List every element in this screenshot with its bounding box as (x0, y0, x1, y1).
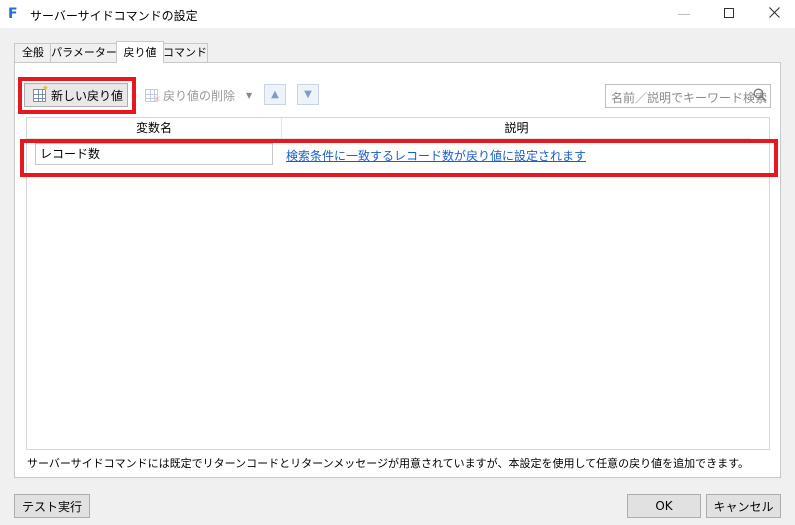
ok-button[interactable]: OK (627, 494, 701, 518)
maximize-icon (724, 7, 734, 22)
delete-grid-icon: ✕ (145, 88, 161, 104)
close-button[interactable] (752, 0, 795, 28)
minimize-button[interactable]: — (662, 0, 706, 28)
tab-general[interactable]: 全般 (14, 43, 52, 62)
minimize-icon: — (677, 6, 691, 22)
add-grid-icon: ✦ (33, 84, 49, 102)
dropdown-caret-icon[interactable]: ▼ (246, 91, 252, 100)
delete-return-value-button[interactable]: ✕ 戻り値の削除 ▼ (141, 85, 258, 105)
tab-commands[interactable]: コマンド (162, 43, 208, 62)
column-header-description[interactable]: 説明 (282, 118, 751, 139)
tab-parameters[interactable]: パラメーター (50, 43, 118, 62)
variable-name-field[interactable]: レコード数 (35, 143, 273, 165)
move-up-button[interactable]: ▲ (264, 84, 286, 105)
description-link[interactable]: 検索条件に一致するレコード数が戻り値に設定されます (286, 147, 586, 164)
title-bar: F サーバーサイドコマンドの設定 — (0, 0, 795, 28)
delete-return-value-label: 戻り値の削除 (163, 88, 236, 103)
new-return-value-label: 新しい戻り値 (51, 88, 124, 103)
keyword-search-input[interactable]: 名前／説明でキーワード検索 (605, 84, 771, 108)
test-run-button[interactable]: テスト実行 (14, 494, 90, 518)
move-down-button[interactable]: ▼ (297, 84, 319, 105)
search-placeholder: 名前／説明でキーワード検索 (611, 91, 768, 105)
triangle-up-icon: ▲ (271, 89, 279, 100)
cancel-button[interactable]: キャンセル (706, 494, 781, 518)
column-header-variable-name[interactable]: 変数名 (27, 118, 282, 139)
app-logo-icon: F (8, 6, 18, 22)
close-icon (768, 6, 780, 22)
window-title: サーバーサイドコマンドの設定 (30, 9, 198, 23)
maximize-button[interactable] (707, 0, 751, 28)
search-icon[interactable] (753, 88, 767, 102)
triangle-down-icon: ▼ (304, 89, 312, 100)
help-note: サーバーサイドコマンドには既定でリターンコードとリターンメッセージが用意されてい… (27, 457, 750, 470)
return-values-table: 変数名 説明 (26, 117, 770, 450)
new-return-value-button[interactable]: ✦ 新しい戻り値 (24, 83, 128, 107)
tab-return-values[interactable]: 戻り値 (116, 41, 164, 63)
